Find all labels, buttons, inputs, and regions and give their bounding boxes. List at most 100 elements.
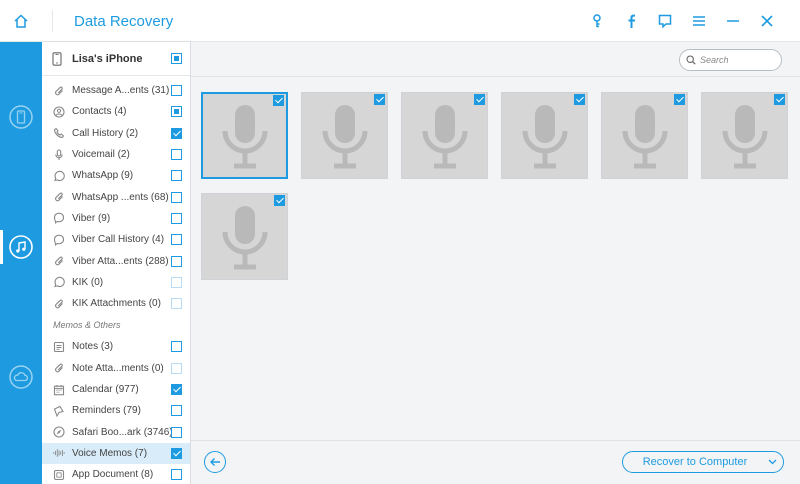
- category-item-note-atta-ments[interactable]: Note Atta...ments (0): [42, 358, 190, 379]
- home-button[interactable]: [0, 0, 42, 42]
- microphone-icon: [53, 148, 65, 161]
- title-divider: [52, 10, 53, 32]
- menu-icon[interactable]: [682, 0, 716, 42]
- category-checkbox[interactable]: [171, 170, 182, 182]
- category-checkbox[interactable]: [171, 426, 182, 438]
- microphone-icon: [722, 104, 767, 168]
- category-checkbox[interactable]: [171, 469, 182, 481]
- thumbnail-checkbox[interactable]: [574, 94, 585, 105]
- microphone-icon: [522, 104, 567, 168]
- microphone-icon: [622, 104, 667, 168]
- category-checkbox[interactable]: [171, 405, 182, 417]
- home-icon: [14, 14, 28, 28]
- thumbnail-checkbox[interactable]: [274, 195, 285, 206]
- category-checkbox[interactable]: [171, 234, 182, 246]
- category-checkbox[interactable]: [171, 298, 182, 310]
- paperclip-icon: [53, 191, 65, 203]
- category-item-viber-call-history[interactable]: Viber Call History (4): [42, 229, 190, 250]
- compass-icon: [53, 426, 65, 438]
- section-label-memos: Memos & Others: [53, 320, 121, 331]
- voice-memo-thumbnail[interactable]: [601, 92, 688, 179]
- category-item-viber-atta-ents[interactable]: Viber Atta...ents (288): [42, 250, 190, 271]
- waveform-icon: [53, 447, 65, 459]
- category-item-reminders[interactable]: Reminders (79): [42, 400, 190, 421]
- category-checkbox[interactable]: [171, 255, 182, 267]
- category-item-kik[interactable]: KIK (0): [42, 272, 190, 293]
- reminders-icon: [53, 405, 65, 417]
- category-label: KIK Attachments (0): [72, 298, 161, 310]
- voice-memo-thumbnail[interactable]: [401, 92, 488, 179]
- category-item-calendar[interactable]: Calendar (977): [42, 379, 190, 400]
- category-label: Viber (9): [72, 212, 111, 224]
- whatsapp-icon: [53, 170, 65, 182]
- key-icon[interactable]: [580, 0, 614, 42]
- category-label: Viber Atta...ents (288): [72, 255, 169, 267]
- category-checkbox[interactable]: [171, 212, 182, 224]
- category-item-voicemail[interactable]: Voicemail (2): [42, 144, 190, 165]
- contacts-icon: [53, 106, 65, 118]
- category-item-call-history[interactable]: Call History (2): [42, 123, 190, 144]
- close-icon[interactable]: [750, 0, 784, 42]
- rail-recover-from-icloud[interactable]: [0, 354, 42, 400]
- notes-icon: [53, 341, 65, 353]
- paperclip-icon: [53, 362, 65, 374]
- voice-memo-thumbnail[interactable]: [201, 92, 288, 179]
- category-checkbox[interactable]: [171, 447, 182, 459]
- chevron-down-icon[interactable]: [761, 459, 783, 465]
- category-panel: Lisa's iPhone Message A...ents (31) Conta…: [42, 42, 191, 484]
- category-checkbox[interactable]: [171, 149, 182, 161]
- thumbnail-checkbox[interactable]: [474, 94, 485, 105]
- category-item-notes[interactable]: Notes (3): [42, 336, 190, 357]
- titlebar-icons: [580, 0, 784, 42]
- voice-memo-thumbnail[interactable]: [301, 92, 388, 179]
- voice-memo-thumbnail[interactable]: [501, 92, 588, 179]
- paperclip-icon: [53, 85, 65, 97]
- microphone-icon: [422, 104, 467, 168]
- category-checkbox[interactable]: [171, 127, 182, 139]
- device-checkbox[interactable]: [171, 53, 182, 64]
- paperclip-icon: [53, 255, 65, 267]
- viber-icon: [53, 234, 65, 246]
- category-item-whatsapp-ents[interactable]: WhatsApp ...ents (68): [42, 186, 190, 207]
- category-item-kik-attachments[interactable]: KIK Attachments (0): [42, 293, 190, 314]
- iphone-icon: [52, 51, 62, 66]
- calendar-icon: [53, 384, 65, 396]
- thumbnail-checkbox[interactable]: [774, 94, 785, 105]
- category-label: Notes (3): [72, 341, 114, 353]
- category-item-viber[interactable]: Viber (9): [42, 208, 190, 229]
- back-button[interactable]: [204, 451, 226, 473]
- category-item-message-a-ents[interactable]: Message A...ents (31): [42, 80, 190, 101]
- search-box[interactable]: [679, 49, 782, 71]
- category-checkbox[interactable]: [171, 106, 182, 118]
- thumbnail-checkbox[interactable]: [674, 94, 685, 105]
- category-checkbox[interactable]: [171, 191, 182, 203]
- category-checkbox[interactable]: [171, 384, 182, 395]
- thumbnail-checkbox[interactable]: [273, 95, 284, 106]
- category-label: Reminders (79): [72, 405, 141, 417]
- category-item-contacts[interactable]: Contacts (4): [42, 101, 190, 122]
- facebook-icon[interactable]: [614, 0, 648, 42]
- recover-to-computer-button[interactable]: Recover to Computer: [622, 451, 784, 473]
- rail-recover-from-device[interactable]: [0, 94, 42, 140]
- thumbnail-checkbox[interactable]: [374, 94, 385, 105]
- bottom-bar: Recover to Computer: [191, 440, 800, 484]
- category-item-safari-boo-ark[interactable]: Safari Boo...ark (3746): [42, 421, 190, 442]
- voice-memo-thumbnail[interactable]: [701, 92, 788, 179]
- mode-rail: [0, 42, 42, 484]
- category-item-whatsapp[interactable]: WhatsApp (9): [42, 165, 190, 186]
- kik-icon: [53, 276, 65, 288]
- category-checkbox[interactable]: [171, 276, 182, 288]
- category-item-voice-memos[interactable]: Voice Memos (7): [42, 442, 190, 465]
- feedback-icon[interactable]: [648, 0, 682, 42]
- voice-memo-thumbnail[interactable]: [201, 193, 288, 280]
- category-checkbox[interactable]: [171, 85, 182, 97]
- device-row[interactable]: Lisa's iPhone: [42, 42, 190, 76]
- search-input[interactable]: [700, 55, 780, 65]
- category-checkbox[interactable]: [171, 341, 182, 353]
- category-checkbox[interactable]: [171, 362, 182, 374]
- microphone-icon: [322, 104, 367, 168]
- category-item-app-document[interactable]: App Document (8): [42, 464, 190, 484]
- minimize-icon[interactable]: [716, 0, 750, 42]
- category-label: Safari Boo...ark (3746): [72, 426, 171, 438]
- rail-recover-from-itunes[interactable]: [0, 224, 42, 270]
